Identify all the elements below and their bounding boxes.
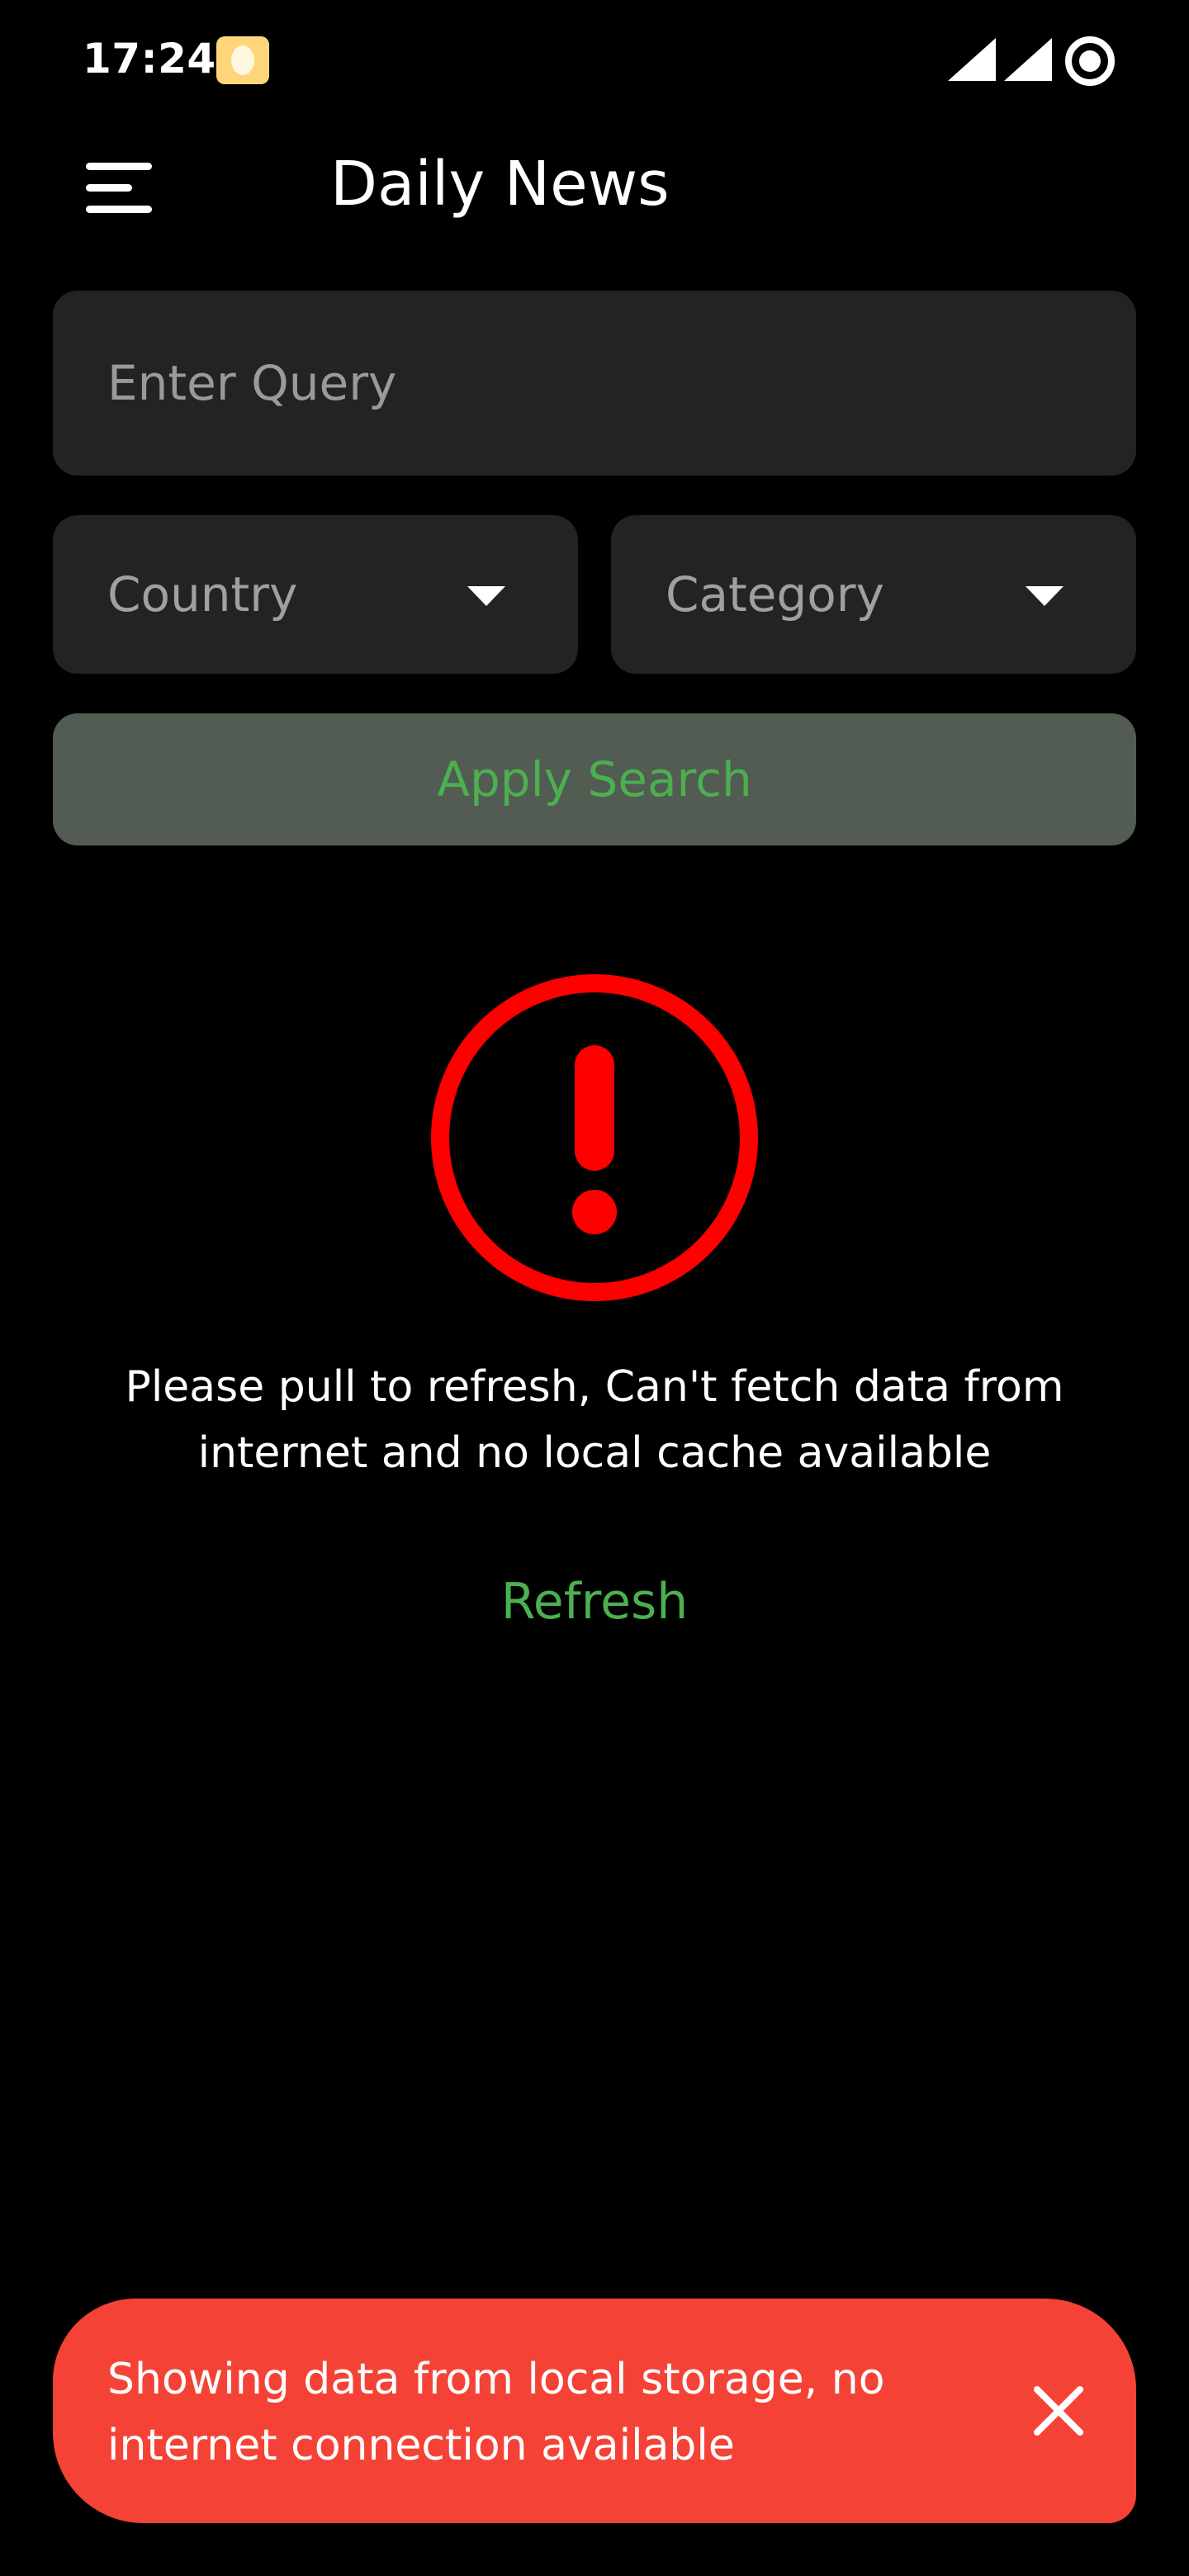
- close-icon[interactable]: [1026, 2378, 1092, 2444]
- refresh-button[interactable]: Refresh: [462, 1560, 727, 1643]
- status-bar: 17:24: [0, 0, 1189, 124]
- country-dropdown[interactable]: Country: [53, 515, 578, 674]
- error-alert-icon: [431, 974, 758, 1301]
- data-saver-icon: [1065, 36, 1115, 86]
- notification-icon: [216, 36, 269, 84]
- category-dropdown[interactable]: Category: [611, 515, 1136, 674]
- page-title: Daily News: [330, 149, 670, 220]
- query-input[interactable]: [107, 291, 1136, 476]
- cell-signal-icon: [948, 38, 996, 81]
- top-app-bar: Daily News: [0, 124, 1189, 248]
- dropdown-arrow-icon: [467, 586, 505, 606]
- dropdown-arrow-icon: [1026, 586, 1063, 606]
- apply-search-button[interactable]: Apply Search: [53, 713, 1136, 845]
- error-message: Please pull to refresh, Can't fetch data…: [125, 1362, 1064, 1478]
- status-time: 17:24: [83, 35, 216, 83]
- country-dropdown-label: Country: [107, 566, 298, 623]
- category-dropdown-label: Category: [666, 566, 884, 623]
- app-screen: 17:24 Daily News Country: [0, 0, 1189, 2576]
- hamburger-menu-icon[interactable]: [83, 153, 157, 222]
- cell-signal-icon: [1004, 38, 1052, 81]
- snackbar-message: Showing data from local storage, no inte…: [107, 2355, 885, 2470]
- offline-snackbar: Showing data from local storage, no inte…: [53, 2299, 1136, 2523]
- query-field[interactable]: [53, 291, 1136, 476]
